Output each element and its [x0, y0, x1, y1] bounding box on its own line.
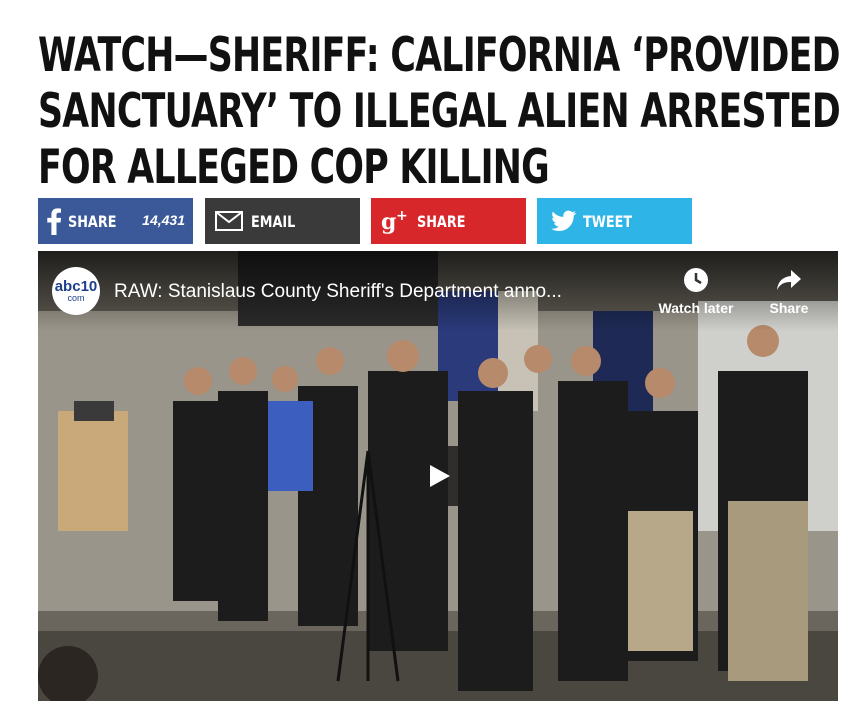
- envelope-icon: [215, 211, 243, 231]
- play-button[interactable]: [396, 446, 480, 506]
- twitter-share-label: TWEET: [583, 211, 633, 231]
- headline-line: FOR ALLEGED COP KILLING: [38, 140, 550, 195]
- email-share-button[interactable]: EMAIL: [205, 198, 360, 244]
- headline-line: WATCH—SHERIFF: CALIFORNIA ‘PROVIDED: [38, 28, 840, 83]
- twitter-share-button[interactable]: TWEET: [537, 198, 692, 244]
- share-arrow-icon: [777, 270, 801, 290]
- logo-subtext: com: [67, 292, 85, 303]
- google-plus-share-button[interactable]: g + SHARE: [371, 198, 526, 244]
- video-share-button[interactable]: Share: [749, 267, 829, 316]
- video-player[interactable]: abc10 com RAW: Stanislaus County Sheriff…: [38, 251, 838, 701]
- share-count: 14,431: [142, 212, 185, 228]
- facebook-share-label: SHARE: [68, 211, 117, 231]
- facebook-icon: [47, 208, 62, 235]
- watch-later-button[interactable]: Watch later: [656, 267, 736, 316]
- article-headline: WATCH—SHERIFF: CALIFORNIA ‘PROVIDED SANC…: [38, 28, 841, 196]
- watch-later-label: Watch later: [658, 300, 734, 316]
- svg-text:+: +: [396, 208, 408, 224]
- google-plus-icon: g +: [381, 208, 408, 234]
- video-title[interactable]: RAW: Stanislaus County Sheriff's Departm…: [114, 281, 562, 303]
- channel-logo[interactable]: abc10 com: [52, 267, 100, 315]
- email-share-label: EMAIL: [251, 211, 296, 231]
- logo-text: abc10: [54, 277, 98, 295]
- svg-text:g: g: [381, 209, 396, 234]
- share-label: Share: [769, 300, 809, 316]
- headline-line: SANCTUARY’ TO ILLEGAL ALIEN ARRESTED: [38, 84, 841, 139]
- facebook-share-button[interactable]: SHARE 14,431: [38, 198, 193, 244]
- google-plus-share-label: SHARE: [417, 211, 466, 231]
- twitter-bird-icon: [551, 210, 577, 231]
- play-icon: [430, 465, 450, 487]
- clock-icon: [684, 268, 708, 292]
